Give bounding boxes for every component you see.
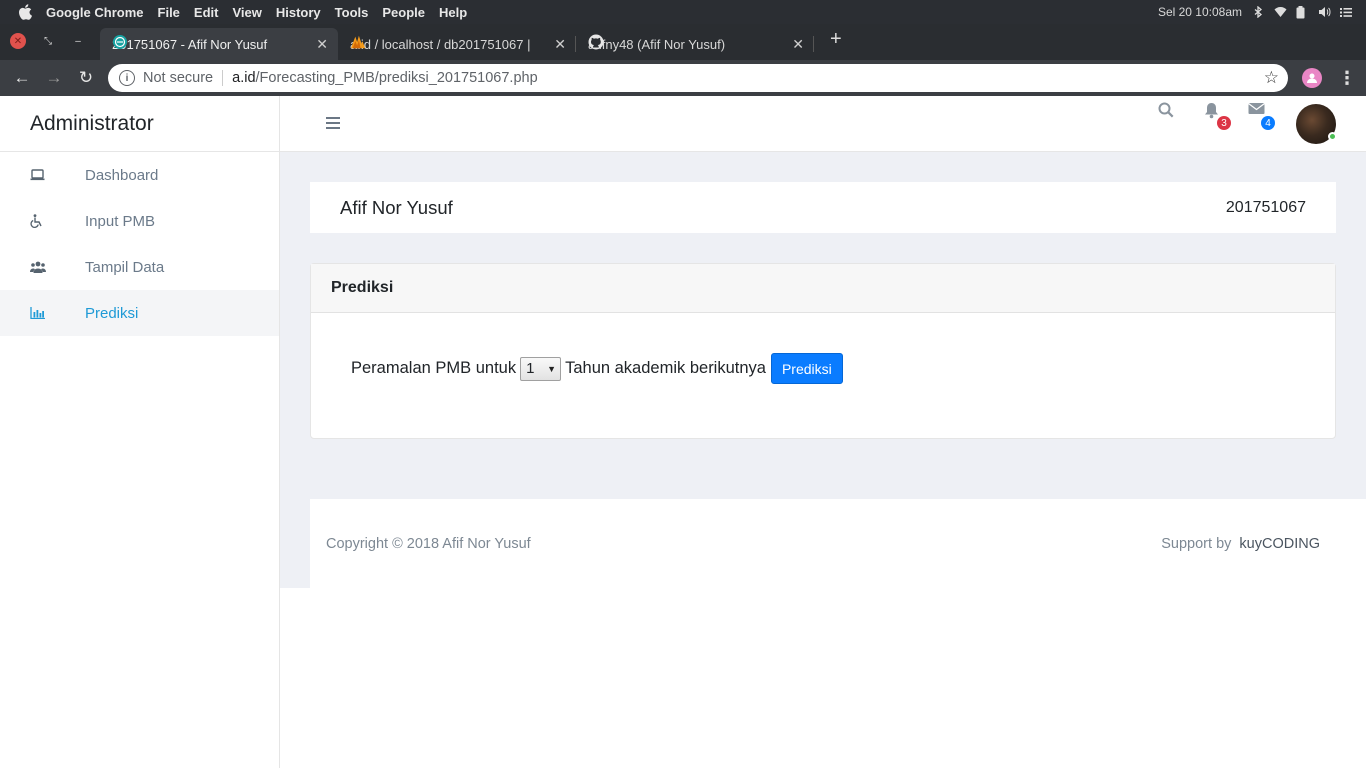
tab-close-icon[interactable]: ✕ bbox=[316, 36, 328, 53]
bluetooth-icon[interactable] bbox=[1252, 5, 1264, 19]
wifi-icon[interactable] bbox=[1274, 6, 1287, 18]
os-menu-bar: Google Chrome File Edit View History Too… bbox=[0, 0, 1366, 24]
sidebar-item-label: Prediksi bbox=[85, 304, 139, 322]
github-favicon-icon bbox=[588, 34, 604, 50]
reload-icon[interactable]: ↻ bbox=[76, 68, 96, 88]
url-path: /Forecasting_PMB/prediksi_201751067.php bbox=[255, 70, 538, 86]
brand-title[interactable]: Administrator bbox=[0, 96, 279, 152]
tab-title: 201751067 - Afif Nor Yusuf bbox=[112, 36, 268, 52]
page-content: Administrator Dashboard Input PMB Tampil… bbox=[0, 96, 1366, 768]
message-badge: 4 bbox=[1261, 116, 1275, 130]
browser-menu-icon[interactable]: ⋮ bbox=[1338, 68, 1356, 89]
sidebar-item-tampil-data[interactable]: Tampil Data bbox=[0, 244, 279, 290]
card-title: Prediksi bbox=[311, 264, 1335, 313]
forward-arrow-icon[interactable]: → bbox=[44, 68, 64, 88]
page-footer: Copyright © 2018 Afif Nor Yusuf Support … bbox=[310, 499, 1366, 588]
dropdown-caret-icon: ▼ bbox=[547, 363, 557, 374]
browser-tab-3[interactable]: afifny48 (Afif Nor Yusuf) ✕ bbox=[576, 28, 814, 60]
browser-tab-2[interactable]: a.id / localhost / db201751067 | ✕ bbox=[338, 28, 576, 60]
os-menu-help[interactable]: Help bbox=[439, 5, 467, 20]
system-menu-icon[interactable] bbox=[1340, 6, 1352, 18]
profile-name: Afif Nor Yusuf bbox=[340, 196, 453, 218]
prediksi-button[interactable]: Prediksi bbox=[770, 353, 843, 384]
tab-title: afifny48 (Afif Nor Yusuf) bbox=[588, 36, 726, 52]
window-restore-button[interactable]: ⤡ bbox=[40, 33, 56, 49]
os-clock[interactable]: Sel 20 10:08am bbox=[1158, 5, 1242, 19]
year-select[interactable]: 1 ▼ bbox=[520, 356, 562, 381]
laptop-icon bbox=[0, 169, 85, 181]
site-info-icon[interactable]: i bbox=[119, 70, 135, 86]
os-menu-file[interactable]: File bbox=[158, 5, 180, 20]
prediksi-card: Prediksi Peramalan PMB untuk 1 ▼ Tahun a… bbox=[310, 263, 1336, 439]
hamburger-menu-icon[interactable] bbox=[326, 117, 340, 129]
sidebar-item-dashboard[interactable]: Dashboard bbox=[0, 152, 279, 198]
os-menu-edit[interactable]: Edit bbox=[194, 5, 219, 20]
form-label-after: Tahun akademik berikutnya bbox=[565, 359, 766, 377]
prediksi-form: Peramalan PMB untuk 1 ▼ Tahun akademik b… bbox=[311, 313, 1335, 424]
footer-support: Support by kuyCODING bbox=[1161, 536, 1320, 552]
sidebar-item-input-pmb[interactable]: Input PMB bbox=[0, 198, 279, 244]
os-menu-people[interactable]: People bbox=[382, 5, 425, 20]
user-avatar[interactable] bbox=[1296, 104, 1337, 144]
volume-icon[interactable] bbox=[1318, 6, 1331, 18]
bar-chart-icon bbox=[0, 307, 85, 319]
os-menu-tools[interactable]: Tools bbox=[335, 5, 369, 20]
sidebar-item-prediksi[interactable]: Prediksi bbox=[0, 290, 279, 336]
profile-header-card: Afif Nor Yusuf 201751067 bbox=[310, 182, 1336, 233]
os-menu-history[interactable]: History bbox=[276, 5, 321, 20]
window-controls: ✕ ⤡ – bbox=[10, 33, 86, 49]
wheelchair-icon bbox=[0, 214, 85, 228]
window-close-button[interactable]: ✕ bbox=[10, 33, 26, 49]
browser-toolbar: ← → ↻ i Not secure a.id /Forecasting_PMB… bbox=[0, 60, 1366, 96]
browser-tab-strip: ✕ ⤡ – 201751067 - Afif Nor Yusuf ✕ a.id … bbox=[0, 24, 1366, 60]
os-app-name[interactable]: Google Chrome bbox=[46, 5, 144, 20]
tab-close-icon[interactable]: ✕ bbox=[554, 36, 566, 53]
footer-copyright: Copyright © 2018 Afif Nor Yusuf bbox=[326, 535, 531, 552]
address-separator bbox=[222, 70, 224, 86]
footer-support-link[interactable]: kuyCODING bbox=[1239, 536, 1320, 552]
address-bar[interactable]: i Not secure a.id /Forecasting_PMB/predi… bbox=[108, 64, 1288, 92]
url-host: a.id bbox=[232, 70, 256, 86]
new-tab-icon[interactable]: + bbox=[830, 28, 842, 51]
page-blank-area bbox=[280, 588, 1366, 768]
security-label[interactable]: Not secure bbox=[143, 70, 213, 86]
back-arrow-icon[interactable]: ← bbox=[12, 68, 32, 88]
profile-id: 201751067 bbox=[1225, 198, 1306, 216]
year-select-value: 1 bbox=[526, 360, 535, 377]
sidebar-item-label: Tampil Data bbox=[85, 258, 165, 276]
site-favicon-icon bbox=[112, 34, 128, 50]
sidebar-item-label: Input PMB bbox=[85, 212, 156, 230]
sidebar-item-label: Dashboard bbox=[85, 166, 159, 184]
search-icon[interactable] bbox=[1158, 102, 1174, 123]
tab-title: a.id / localhost / db201751067 | bbox=[350, 36, 531, 52]
window-minimize-button[interactable]: – bbox=[70, 33, 86, 49]
sidebar: Administrator Dashboard Input PMB Tampil… bbox=[0, 96, 280, 768]
bookmark-star-icon[interactable]: ☆ bbox=[1264, 68, 1279, 88]
extension-icon[interactable] bbox=[1302, 68, 1322, 88]
battery-icon[interactable] bbox=[1296, 6, 1308, 19]
online-status-dot bbox=[1328, 132, 1337, 141]
phpmyadmin-favicon-icon bbox=[350, 34, 366, 50]
os-menu-view[interactable]: View bbox=[232, 5, 261, 20]
tab-separator bbox=[813, 36, 814, 52]
notification-badge: 3 bbox=[1217, 116, 1231, 130]
apple-icon[interactable] bbox=[16, 3, 34, 21]
top-navbar: 3 4 bbox=[280, 96, 1366, 152]
tab-close-icon[interactable]: ✕ bbox=[792, 36, 804, 53]
browser-tab-1[interactable]: 201751067 - Afif Nor Yusuf ✕ bbox=[100, 28, 338, 60]
footer-support-prefix: Support by bbox=[1161, 535, 1232, 552]
form-label-before: Peramalan PMB untuk bbox=[351, 359, 517, 377]
users-icon bbox=[0, 261, 85, 273]
